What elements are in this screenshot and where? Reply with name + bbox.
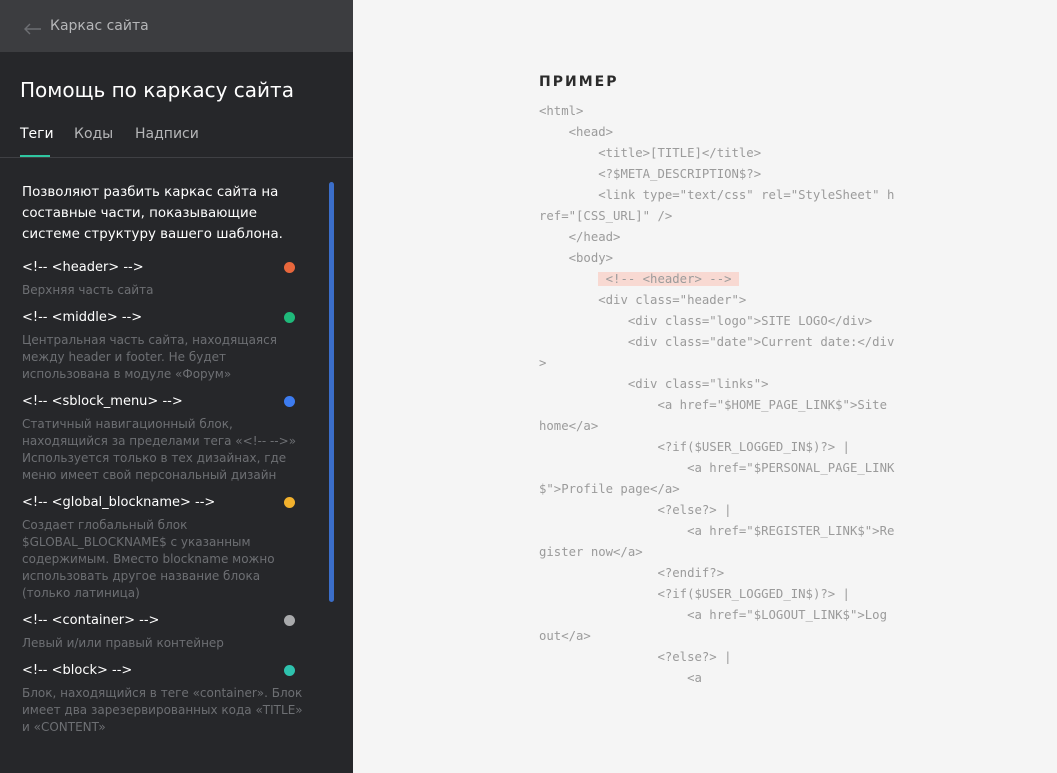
tag-item[interactable]: <!-- <middle> --> Центральная часть сайта… (22, 309, 307, 383)
tag-description: Создает глобальный блок $GLOBAL_BLOCKNAM… (22, 518, 275, 600)
tag-name: <!-- <header> --> (22, 260, 144, 275)
tag-item[interactable]: <!-- <global_blockname> --> Создает глоба… (22, 494, 307, 602)
tag-description: Статичный навигационный блок, находящийс… (22, 417, 297, 482)
scrollbar[interactable] (329, 182, 334, 602)
tab-codes[interactable]: Коды (74, 126, 113, 142)
tag-name: <!-- <global_blockname> --> (22, 495, 216, 510)
tab-labels[interactable]: Надписи (135, 126, 199, 142)
code-before: <html> <head> <title>[TITLE]</title> <?$… (539, 104, 895, 265)
tag-color-dot (284, 497, 295, 508)
example-code: <html> <head> <title>[TITLE]</title> <?$… (539, 101, 899, 689)
tag-color-dot (284, 615, 295, 626)
tag-item[interactable]: <!-- <block> --> Блок, находящийся в теге… (22, 662, 307, 736)
intro-text: Позволяют разбить каркас сайта на состав… (22, 185, 283, 242)
tag-item[interactable]: <!-- <sblock_menu> --> Статичный навигаци… (22, 393, 307, 484)
tag-color-dot (284, 312, 295, 323)
tag-color-dot (284, 396, 295, 407)
tag-name: <!-- <sblock_menu> --> (22, 394, 183, 409)
tab-tags[interactable]: Теги (20, 126, 54, 142)
tag-name: <!-- <block> --> (22, 663, 133, 678)
tags-content: Позволяют разбить каркас сайта на состав… (22, 182, 307, 746)
arrow-left-icon (24, 20, 42, 35)
active-tab-indicator (20, 155, 50, 157)
tag-description: Левый и/или правый контейнер (22, 636, 224, 650)
tag-color-dot (284, 665, 295, 676)
tag-description: Верхняя часть сайта (22, 283, 154, 297)
tag-list: <!-- <header> --> Верхняя часть сайта <!--… (22, 259, 307, 736)
panel-title: Помощь по каркасу сайта (20, 78, 294, 102)
code-after: <div class="header"> <div class="logo">S… (539, 293, 895, 685)
tag-description: Центральная часть сайта, находящаяся меж… (22, 333, 277, 381)
example-heading: ПРИМЕР (539, 74, 619, 90)
back-link[interactable]: Каркас сайта (0, 0, 353, 52)
tag-name: <!-- <container> --> (22, 613, 160, 628)
tag-name: <!-- <middle> --> (22, 310, 143, 325)
tag-description: Блок, находящийся в теге «container». Бл… (22, 686, 303, 734)
code-highlight: <!-- <header> --> (598, 272, 739, 286)
tab-bar: Теги Коды Надписи (0, 118, 353, 158)
back-link-label: Каркас сайта (50, 18, 149, 34)
tag-item[interactable]: <!-- <header> --> Верхняя часть сайта (22, 259, 307, 299)
sidebar: Каркас сайта Помощь по каркасу сайта Тег… (0, 0, 353, 773)
tag-item[interactable]: <!-- <container> --> Левый и/или правый к… (22, 612, 307, 652)
tag-color-dot (284, 262, 295, 273)
example-panel: ПРИМЕР <html> <head> <title>[TITLE]</tit… (353, 0, 1057, 773)
